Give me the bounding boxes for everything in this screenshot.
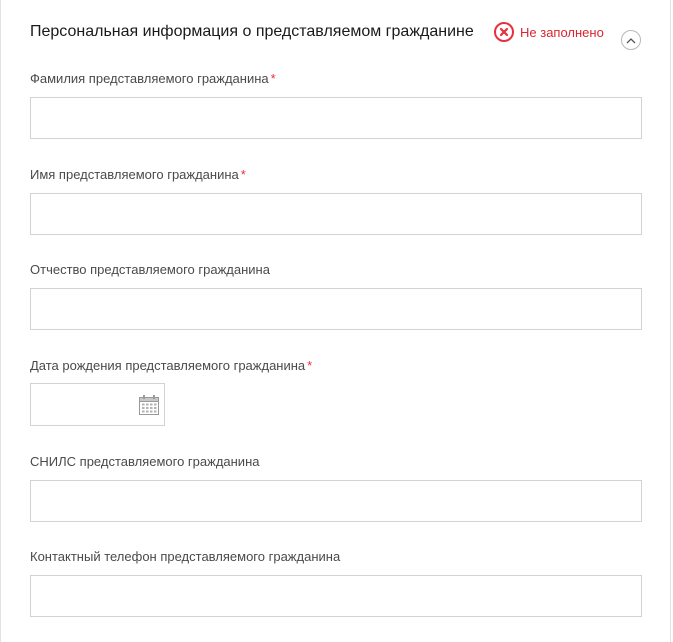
patronymic-label-text: Отчество представляемого гражданина	[30, 262, 270, 277]
required-mark: *	[270, 71, 276, 86]
calendar-icon[interactable]	[138, 394, 160, 416]
status-badge: Не заполнено	[494, 20, 604, 44]
section-header: Персональная информация о представляемом…	[30, 20, 650, 50]
section-title: Персональная информация о представляемом…	[30, 23, 474, 40]
required-mark: *	[307, 358, 313, 373]
snils-label-text: СНИЛС представляемого гражданина	[30, 454, 260, 469]
first-name-label-text: Имя представляемого гражданина	[30, 167, 239, 182]
phone-label: Контактный телефон представляемого гражд…	[30, 549, 340, 564]
status-text: Не заполнено	[520, 24, 604, 40]
last-name-label-text: Фамилия представляемого гражданина	[30, 71, 269, 86]
first-name-input[interactable]	[30, 193, 642, 235]
patronymic-label: Отчество представляемого гражданина	[30, 262, 270, 277]
personal-info-panel: Персональная информация о представляемом…	[0, 0, 671, 642]
chevron-up-icon	[626, 37, 636, 43]
birth-date-field	[30, 383, 165, 426]
snils-input[interactable]	[30, 480, 642, 522]
last-name-label: Фамилия представляемого гражданина *	[30, 71, 276, 86]
birth-date-label-text: Дата рождения представляемого гражданина	[30, 358, 306, 373]
snils-label: СНИЛС представляемого гражданина	[30, 454, 259, 469]
birth-date-input[interactable]	[31, 384, 147, 425]
collapse-button[interactable]	[621, 30, 641, 50]
patronymic-input[interactable]	[30, 288, 642, 330]
phone-label-text: Контактный телефон представляемого гражд…	[30, 549, 341, 564]
error-x-icon	[494, 22, 514, 42]
birth-date-label: Дата рождения представляемого гражданина…	[30, 358, 312, 373]
last-name-input[interactable]	[30, 97, 642, 139]
required-mark: *	[240, 167, 246, 182]
first-name-label: Имя представляемого гражданина *	[30, 167, 246, 182]
phone-input[interactable]	[30, 575, 642, 617]
